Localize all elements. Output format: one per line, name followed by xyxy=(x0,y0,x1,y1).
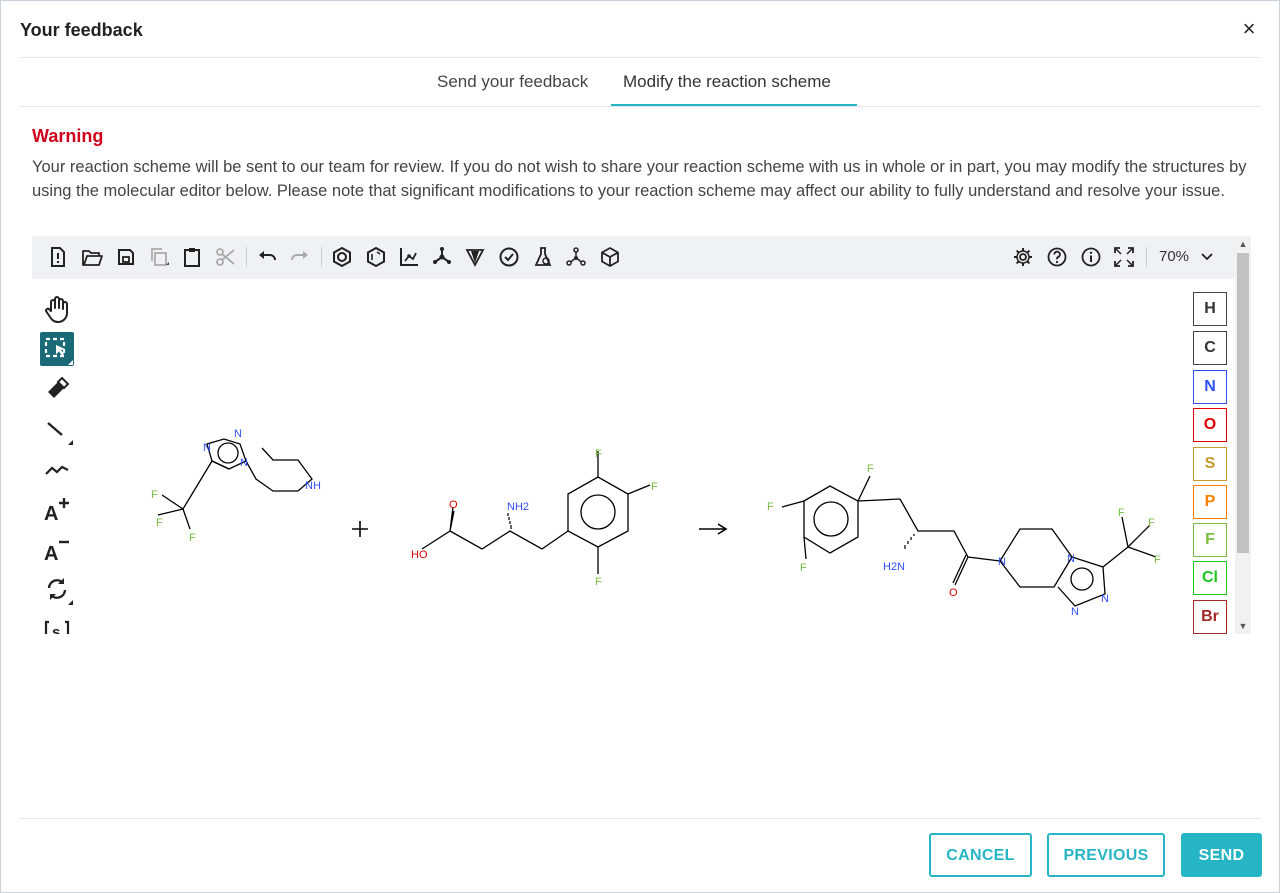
scroll-down-icon[interactable]: ▼ xyxy=(1235,618,1251,634)
recognize-icon[interactable] xyxy=(565,246,587,268)
dialog-header: Your feedback × xyxy=(19,1,1261,58)
sgroup-icon[interactable]: s xyxy=(40,612,74,634)
save-icon[interactable] xyxy=(115,246,137,268)
toolbar-separator xyxy=(246,247,247,267)
atom-c[interactable]: C xyxy=(1193,331,1227,365)
editor-toolbar: 70% xyxy=(32,236,1235,279)
svg-text:F: F xyxy=(1118,507,1125,519)
chevron-down-icon[interactable] xyxy=(1200,248,1214,264)
layout-icon[interactable] xyxy=(398,246,420,268)
eraser-icon[interactable] xyxy=(40,372,74,406)
svg-text:N: N xyxy=(1067,553,1075,565)
select-icon[interactable] xyxy=(40,332,74,366)
hand-icon[interactable] xyxy=(40,292,74,326)
svg-text:NH: NH xyxy=(305,480,321,492)
svg-text:F: F xyxy=(151,489,158,501)
analyse-icon[interactable] xyxy=(532,246,554,268)
reaction-canvas[interactable]: N N N NH F F F O HO NH2 F F F F F F H2N … xyxy=(82,279,1182,634)
svg-text:N: N xyxy=(234,428,242,440)
footer-divider xyxy=(19,818,1261,819)
atom-h[interactable]: H xyxy=(1193,292,1227,326)
charge-minus-icon[interactable]: A xyxy=(40,532,74,566)
send-button[interactable]: SEND xyxy=(1181,833,1262,877)
svg-text:A: A xyxy=(44,503,58,525)
svg-text:F: F xyxy=(800,562,807,574)
molecule-editor: 70% A A s N N N NH F F F O HO NH2 F F F … xyxy=(32,236,1251,634)
new-file-icon[interactable] xyxy=(47,246,69,268)
atom-p[interactable]: P xyxy=(1193,485,1227,519)
svg-text:F: F xyxy=(595,576,602,588)
svg-text:N: N xyxy=(1071,606,1079,618)
about-icon[interactable] xyxy=(1080,246,1102,268)
aromatize-icon[interactable] xyxy=(331,246,353,268)
svg-text:N: N xyxy=(240,457,248,469)
svg-text:N: N xyxy=(203,442,211,454)
charge-plus-icon[interactable]: A xyxy=(40,492,74,526)
redo-icon[interactable] xyxy=(289,246,311,268)
svg-text:H2N: H2N xyxy=(883,561,905,573)
paste-icon[interactable] xyxy=(181,246,203,268)
svg-text:s: s xyxy=(52,624,60,634)
undo-icon[interactable] xyxy=(256,246,278,268)
atom-s[interactable]: S xyxy=(1193,447,1227,481)
stereo-icon[interactable] xyxy=(464,246,486,268)
active-tab-indicator xyxy=(611,104,857,106)
svg-text:O: O xyxy=(449,499,458,511)
svg-text:F: F xyxy=(767,501,774,513)
check-icon[interactable] xyxy=(498,246,520,268)
clean-icon[interactable] xyxy=(431,246,453,268)
tab-bar: Send your feedback Modify the reaction s… xyxy=(19,58,1261,107)
bond-icon[interactable] xyxy=(40,412,74,446)
toolbar-separator xyxy=(1146,247,1147,267)
help-icon[interactable] xyxy=(1046,246,1068,268)
tab-modify-reaction[interactable]: Modify the reaction scheme xyxy=(623,72,831,92)
close-icon[interactable]: × xyxy=(1237,17,1261,41)
previous-button[interactable]: PREVIOUS xyxy=(1047,833,1165,877)
dearomatize-icon[interactable] xyxy=(365,246,387,268)
fullscreen-icon[interactable] xyxy=(1113,246,1135,268)
copy-icon[interactable] xyxy=(148,246,170,268)
svg-text:O: O xyxy=(949,587,958,599)
svg-text:F: F xyxy=(189,532,196,544)
warning-title: Warning xyxy=(32,126,104,146)
editor-scrollbar[interactable]: ▲ ▼ xyxy=(1235,236,1251,634)
svg-text:F: F xyxy=(1154,554,1161,566)
toolbar-separator xyxy=(321,247,322,267)
chain-icon[interactable] xyxy=(40,452,74,486)
svg-text:F: F xyxy=(1148,517,1155,529)
open-folder-icon[interactable] xyxy=(81,246,103,268)
tab-send-feedback[interactable]: Send your feedback xyxy=(437,72,588,92)
atom-f[interactable]: F xyxy=(1193,523,1227,557)
svg-text:F: F xyxy=(651,481,658,493)
scrollbar-thumb[interactable] xyxy=(1237,253,1249,553)
svg-text:F: F xyxy=(156,517,163,529)
dialog-title: Your feedback xyxy=(20,20,143,40)
svg-text:F: F xyxy=(595,448,602,460)
svg-text:HO: HO xyxy=(411,549,428,561)
scroll-up-icon[interactable]: ▲ xyxy=(1235,236,1251,252)
atom-n[interactable]: N xyxy=(1193,370,1227,404)
svg-text:F: F xyxy=(867,463,874,475)
svg-text:N: N xyxy=(998,556,1006,568)
atom-cl[interactable]: Cl xyxy=(1193,561,1227,595)
zoom-level[interactable]: 70% xyxy=(1159,248,1189,265)
svg-text:NH2: NH2 xyxy=(507,501,529,513)
rotate-icon[interactable] xyxy=(40,572,74,606)
atom-o[interactable]: O xyxy=(1193,408,1227,442)
svg-text:N: N xyxy=(1101,593,1109,605)
cut-icon[interactable] xyxy=(214,246,236,268)
feedback-dialog: Your feedback × Send your feedback Modif… xyxy=(0,0,1280,893)
atom-br[interactable]: Br xyxy=(1193,600,1227,634)
3d-view-icon[interactable] xyxy=(599,246,621,268)
warning-text: Your reaction scheme will be sent to our… xyxy=(32,158,1247,200)
cancel-button[interactable]: CANCEL xyxy=(929,833,1032,877)
svg-text:A: A xyxy=(44,543,58,565)
settings-icon[interactable] xyxy=(1012,246,1034,268)
